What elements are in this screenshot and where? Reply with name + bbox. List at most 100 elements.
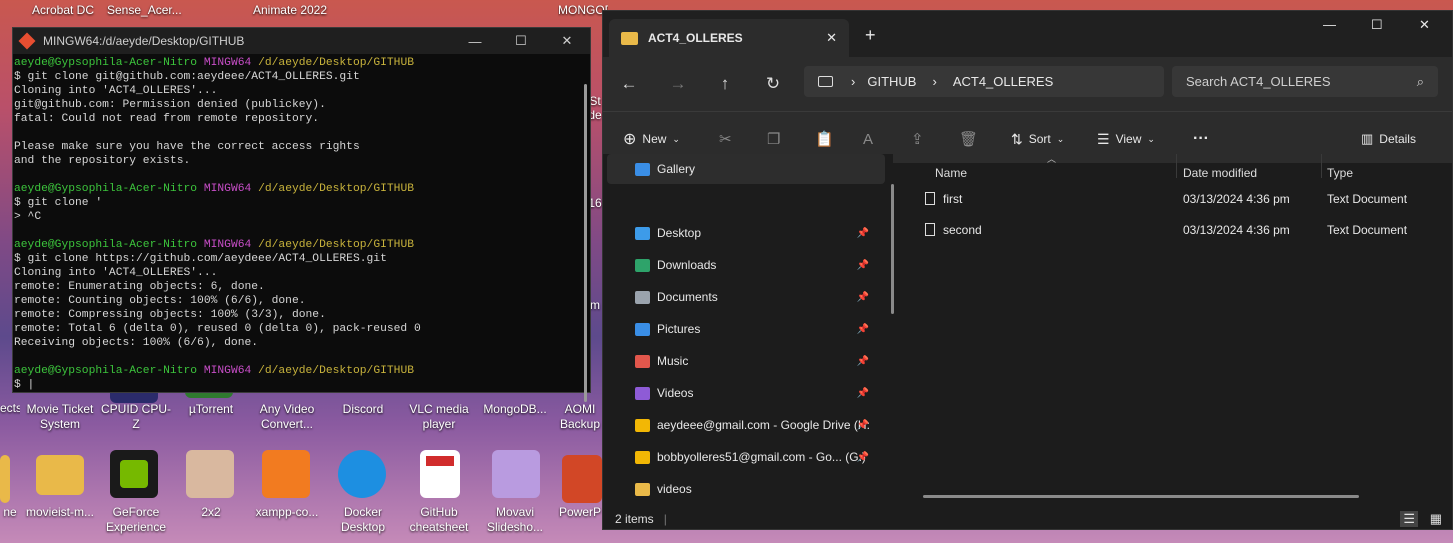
nav-item[interactable]: aeydeee@gmail.com - Google Drive (H:) 📌 — [635, 411, 873, 439]
google-drive-icon — [635, 450, 650, 464]
folder-icon — [635, 482, 650, 496]
desktop-icon-label[interactable]: MongoDB... — [478, 402, 552, 417]
text-file-icon — [925, 192, 935, 205]
powerpoint-icon[interactable] — [562, 455, 602, 503]
desktop-icon-label[interactable]: CPUID CPU-Z — [98, 402, 174, 432]
nav-scrollbar[interactable] — [891, 184, 894, 314]
tiles-view-icon[interactable]: ▦ — [1430, 511, 1442, 527]
up-icon[interactable]: ↑ — [711, 71, 739, 97]
pin-icon[interactable]: 📌 — [857, 356, 869, 367]
folder-icon[interactable] — [0, 455, 10, 503]
nav-item[interactable]: Music 📌 — [635, 347, 873, 375]
desktop-icon-label[interactable]: movieist-m... — [24, 505, 96, 520]
desktop-icon-label[interactable]: PowerP — [558, 505, 602, 520]
pin-icon[interactable]: 📌 — [857, 228, 869, 239]
new-tab-button[interactable]: + — [865, 25, 876, 46]
close-window-button[interactable]: ✕ — [1419, 17, 1430, 33]
view-button[interactable]: ☰ View ⌄ — [1097, 126, 1155, 152]
tab-act4-olleres[interactable]: ACT4_OLLERES ✕ — [609, 19, 849, 57]
photo-thumbnail[interactable] — [186, 450, 234, 498]
nav-item[interactable]: Gallery — [635, 155, 873, 183]
file-row[interactable]: first 03/13/2024 4:36 pm Text Document — [903, 186, 1448, 212]
rename-icon[interactable]: A — [863, 126, 873, 152]
nav-item[interactable]: Desktop 📌 — [635, 219, 873, 247]
nav-item[interactable]: Pictures 📌 — [635, 315, 873, 343]
details-label: Details — [1379, 132, 1416, 146]
pin-icon[interactable]: 📌 — [857, 324, 869, 335]
desktop-icon-label[interactable]: Any Video Convert... — [252, 402, 322, 432]
terminal-scrollbar[interactable] — [584, 84, 587, 402]
documents-icon — [635, 290, 650, 304]
close-button[interactable]: ✕ — [544, 28, 590, 54]
desktop-label[interactable]: ne — [0, 505, 20, 520]
column-divider[interactable] — [1321, 154, 1322, 178]
column-header-name[interactable]: Name — [935, 166, 967, 180]
nav-item[interactable]: Documents 📌 — [635, 283, 873, 311]
new-button[interactable]: ⊕ New ⌄ — [623, 126, 680, 152]
more-options-icon[interactable]: ··· — [1193, 126, 1209, 152]
pin-icon[interactable]: 📌 — [857, 420, 869, 431]
pin-icon[interactable]: 📌 — [857, 292, 869, 303]
xampp-icon[interactable] — [262, 450, 310, 498]
folder-icon[interactable] — [36, 455, 84, 495]
desktop-icon-label[interactable]: GitHub cheatsheet — [404, 505, 474, 535]
breadcrumb-item[interactable]: GITHUB — [867, 74, 916, 89]
input-line[interactable]: $ | — [14, 379, 34, 391]
pin-icon[interactable]: 📌 — [857, 388, 869, 399]
horizontal-scrollbar[interactable] — [923, 495, 1359, 498]
desktop-label[interactable]: MONGODB — [558, 3, 608, 18]
forward-icon[interactable]: → — [664, 71, 692, 97]
terminal-output[interactable]: aeyde@Gypsophila-Acer-Nitro MINGW64 /d/a… — [13, 54, 590, 392]
copy-icon[interactable]: ❐ — [767, 126, 780, 152]
docker-icon[interactable] — [338, 450, 386, 498]
cut-icon[interactable]: ✂ — [719, 126, 732, 152]
close-tab-icon[interactable]: ✕ — [826, 30, 837, 46]
back-icon[interactable]: ← — [615, 71, 643, 97]
file-explorer-window[interactable]: ACT4_OLLERES ✕ + — ☐ ✕ ← → ↑ ↻ › GITHUB … — [602, 10, 1453, 530]
nav-item[interactable]: bobbyolleres51@gmail.com - Go... (G:) 📌 — [635, 443, 873, 471]
nav-item[interactable]: videos — [635, 475, 873, 503]
maximize-button[interactable]: ☐ — [1371, 17, 1383, 33]
desktop-label[interactable]: Sense_Acer... — [107, 3, 182, 18]
terminal-window[interactable]: MINGW64:/d/aeyde/Desktop/GITHUB — ☐ ✕ ae… — [12, 27, 591, 402]
column-divider[interactable] — [1176, 154, 1177, 178]
desktop-label[interactable]: Animate 2022 — [250, 3, 330, 18]
refresh-icon[interactable]: ↻ — [759, 71, 787, 97]
minimize-button[interactable]: — — [1323, 17, 1336, 32]
desktop-icon-label[interactable]: Movie Ticket System — [24, 402, 96, 432]
pdf-icon[interactable] — [420, 450, 460, 498]
desktop-icon-label[interactable]: GeForce Experience — [98, 505, 174, 535]
desktop-icon-label[interactable]: VLC media player — [404, 402, 474, 432]
maximize-button[interactable]: ☐ — [498, 28, 544, 54]
desktop-label[interactable]: Acrobat DC — [28, 3, 98, 18]
breadcrumb[interactable]: › GITHUB › ACT4_OLLERES — [804, 66, 1164, 97]
view-icon: ☰ — [1097, 130, 1110, 147]
nav-item[interactable]: Downloads 📌 — [635, 251, 873, 279]
pin-icon[interactable]: 📌 — [857, 452, 869, 463]
paste-icon[interactable]: 📋 — [815, 126, 834, 152]
desktop-icon-label[interactable]: AOMI Backup — [558, 402, 602, 432]
column-header-date[interactable]: Date modified — [1183, 166, 1257, 180]
search-input[interactable]: Search ACT4_OLLERES ⌕ — [1172, 66, 1438, 97]
nav-item[interactable]: Videos 📌 — [635, 379, 873, 407]
geforce-icon[interactable] — [110, 450, 158, 498]
terminal-titlebar[interactable]: MINGW64:/d/aeyde/Desktop/GITHUB — ☐ ✕ — [13, 28, 590, 54]
desktop-icon-label[interactable]: µTorrent — [176, 402, 246, 417]
movavi-icon[interactable] — [492, 450, 540, 498]
sort-button[interactable]: ⇅ Sort ⌄ — [1011, 126, 1064, 152]
column-header-type[interactable]: Type — [1327, 166, 1353, 180]
pin-icon[interactable]: 📌 — [857, 260, 869, 271]
desktop-icon-label[interactable]: xampp-co... — [252, 505, 322, 520]
details-button[interactable]: ▥ Details — [1361, 126, 1416, 152]
delete-icon[interactable]: 🗑 — [959, 126, 978, 152]
minimize-button[interactable]: — — [452, 28, 498, 54]
details-view-icon[interactable]: ☰ — [1400, 511, 1418, 527]
desktop-icon-label[interactable]: Docker Desktop — [328, 505, 398, 535]
breadcrumb-item[interactable]: ACT4_OLLERES — [953, 74, 1053, 89]
desktop-icon-label[interactable]: 2x2 — [176, 505, 246, 520]
desktop-label[interactable]: ects — [0, 401, 20, 416]
desktop-icon-label[interactable]: Discord — [328, 402, 398, 417]
file-row[interactable]: second 03/13/2024 4:36 pm Text Document — [903, 217, 1448, 243]
desktop-icon-label[interactable]: Movavi Slidesho... — [478, 505, 552, 535]
share-icon[interactable]: ⇪ — [911, 126, 924, 152]
